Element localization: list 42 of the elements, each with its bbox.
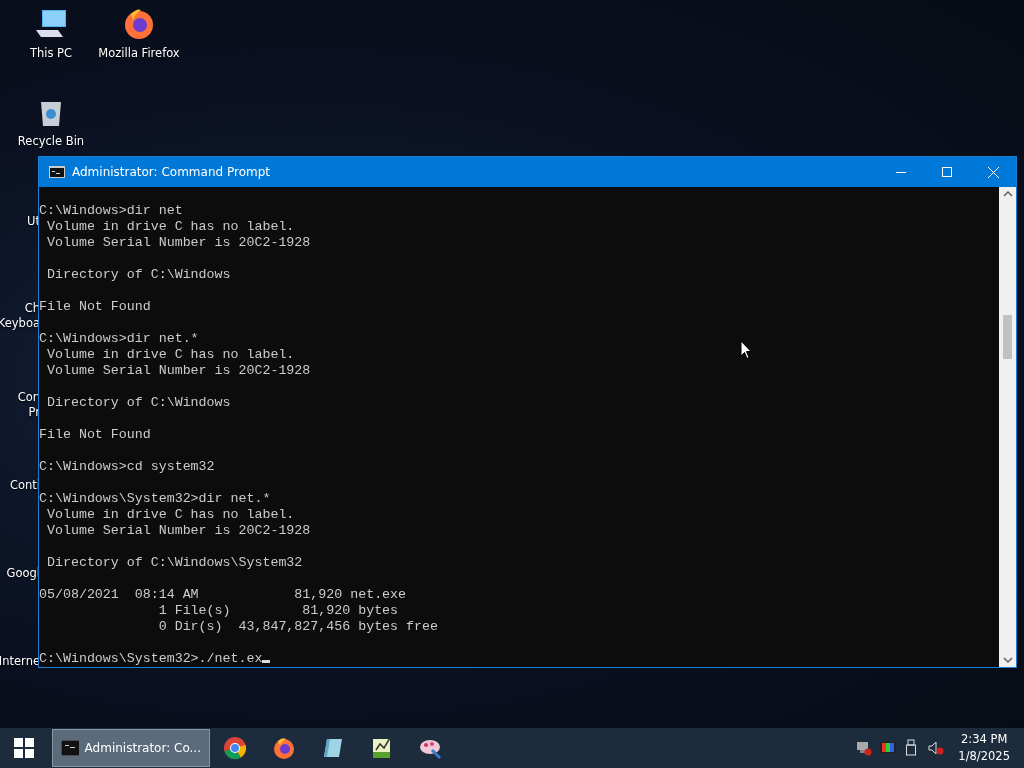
console-line: 1 File(s) 81,920 bytes — [157, 603, 399, 619]
clock-time: 2:34 PM — [961, 731, 1008, 748]
firefox-icon[interactable] — [271, 736, 296, 760]
desktop-icon-label[interactable]: Recycle Bin — [17, 134, 85, 149]
desktop-icon-label[interactable]: This PC — [29, 46, 73, 61]
console-line: Volume Serial Number is 20C2-1928 — [45, 235, 311, 251]
mouse-pointer-icon — [740, 340, 752, 360]
console-line: C:\Windows>cd system32 — [39, 459, 215, 475]
console-icon — [49, 166, 65, 178]
console-line: File Not Found — [39, 299, 151, 315]
windows-logo-icon — [14, 738, 34, 758]
clock[interactable]: 2:34 PM 1/8/2025 — [948, 731, 1024, 765]
console-line: Directory of C:\Windows — [45, 395, 231, 411]
desktop-icon-label[interactable]: Interne — [0, 654, 40, 669]
close-icon — [987, 166, 999, 178]
console-line: Volume in drive C has no label. — [45, 219, 295, 235]
scroll-thumb[interactable] — [1003, 315, 1012, 359]
console-icon — [61, 740, 79, 756]
console-line: C:\Windows>dir net — [39, 203, 183, 219]
chrome-icon[interactable] — [222, 736, 247, 760]
console-line: 0 Dir(s) 43,847,827,456 bytes free — [157, 619, 438, 635]
desktop-icon-label[interactable]: Mozilla Firefox — [98, 46, 180, 61]
console-line: File Not Found — [39, 427, 151, 443]
console-line: C:\Windows\System32>./net.ex — [39, 651, 271, 667]
network-error-icon[interactable] — [856, 740, 873, 756]
text-cursor — [262, 660, 271, 663]
console-line: Volume in drive C has no label. — [45, 347, 295, 363]
console-line: Directory of C:\Windows — [45, 267, 231, 283]
taskbar-button[interactable]: Administrator: Co... — [52, 729, 210, 767]
color-monitor-icon[interactable] — [880, 740, 897, 756]
console-line: C:\Windows\System32>dir net.* — [39, 491, 271, 507]
console-line: Volume in drive C has no label. — [45, 507, 295, 523]
window-title: Administrator: Command Prompt — [72, 165, 271, 179]
clock-date: 1/8/2025 — [958, 748, 1010, 765]
console-line: C:\Windows>dir net.* — [39, 331, 199, 347]
scrollbar[interactable] — [999, 187, 1016, 667]
console-line: Directory of C:\Windows\System32 — [45, 555, 303, 571]
maximize-icon — [942, 167, 952, 177]
console-line: Volume Serial Number is 20C2-1928 — [45, 523, 311, 539]
console-line: Volume Serial Number is 20C2-1928 — [45, 363, 311, 379]
console-line: 05/08/2021 08:14 AM 81,920 net.exe — [39, 587, 407, 603]
muted-speaker-icon[interactable] — [927, 740, 946, 756]
